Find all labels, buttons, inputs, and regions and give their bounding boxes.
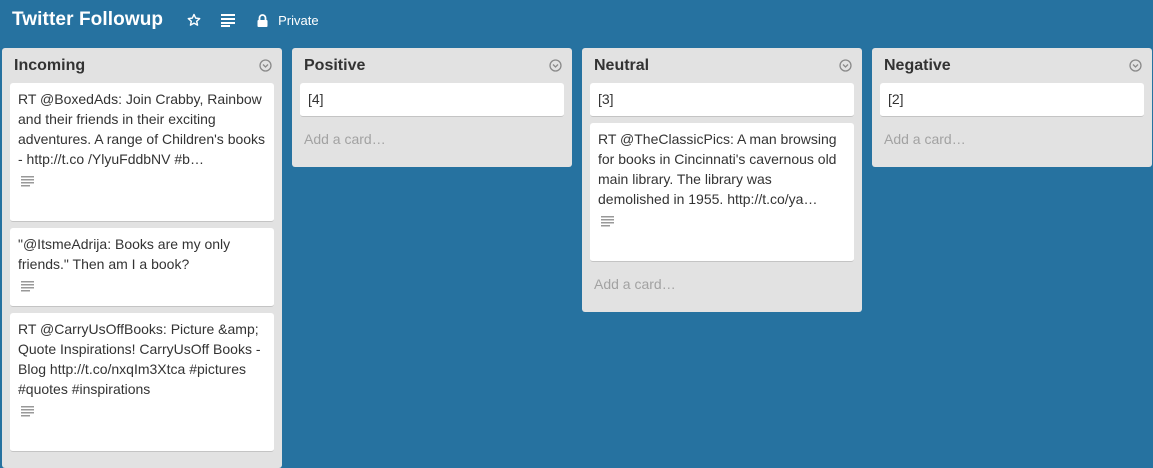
card[interactable]: RT @CarryUsOffBooks: Picture &amp; Quote… [10,313,274,452]
list-positive: Positive [4] Add a card… [292,48,572,167]
card[interactable]: RT @BoxedAds: Join Crabby, Rainbow and t… [10,83,274,222]
list-incoming: Incoming RT @BoxedAds: Join Crabby, Rain… [2,48,282,468]
add-card-link[interactable]: Add a card… [590,268,854,304]
description-icon [21,406,34,417]
privacy-label: Private [278,12,319,28]
card[interactable]: [4] [300,83,564,117]
card-title: [4] [308,91,324,107]
board-header: Twitter Followup Private [0,0,1153,40]
description-icon [601,216,614,227]
card-title: "@ItsmeAdrija: Books are my only friends… [18,236,231,272]
description-icon [21,281,34,292]
board-title[interactable]: Twitter Followup [12,9,163,31]
list-menu-icon[interactable] [258,59,272,73]
privacy-toggle[interactable]: Private [257,12,319,28]
card-title: [2] [888,91,904,107]
list-name[interactable]: Positive [304,57,365,75]
card-title: RT @BoxedAds: Join Crabby, Rainbow and t… [18,91,266,167]
list-menu-icon[interactable] [548,59,562,73]
card[interactable]: RT @TheClassicPics: A man browsing for b… [590,123,854,262]
lock-icon [257,13,268,27]
add-card-link[interactable]: Add a card… [880,123,1144,159]
description-icon [21,176,34,187]
card[interactable]: [3] [590,83,854,117]
list-header: Incoming [10,48,274,83]
menu-icon[interactable] [221,13,236,27]
list-negative: Negative [2] Add a card… [872,48,1152,167]
card[interactable]: "@ItsmeAdrija: Books are my only friends… [10,228,274,307]
card-title: RT @CarryUsOffBooks: Picture &amp; Quote… [18,321,261,397]
card[interactable]: [2] [880,83,1144,117]
star-icon[interactable] [187,13,201,27]
list-menu-icon[interactable] [838,59,852,73]
list-name[interactable]: Neutral [594,57,649,75]
card-title: [3] [598,91,614,107]
list-name[interactable]: Incoming [14,57,85,75]
card-title: RT @TheClassicPics: A man browsing for b… [598,131,837,207]
list-header: Negative [880,48,1144,83]
list-neutral: Neutral [3] RT @TheClassicPics: A man br… [582,48,862,312]
list-menu-icon[interactable] [1128,59,1142,73]
list-header: Neutral [590,48,854,83]
list-name[interactable]: Negative [884,57,951,75]
add-card-link[interactable]: Add a card… [300,123,564,159]
list-header: Positive [300,48,564,83]
